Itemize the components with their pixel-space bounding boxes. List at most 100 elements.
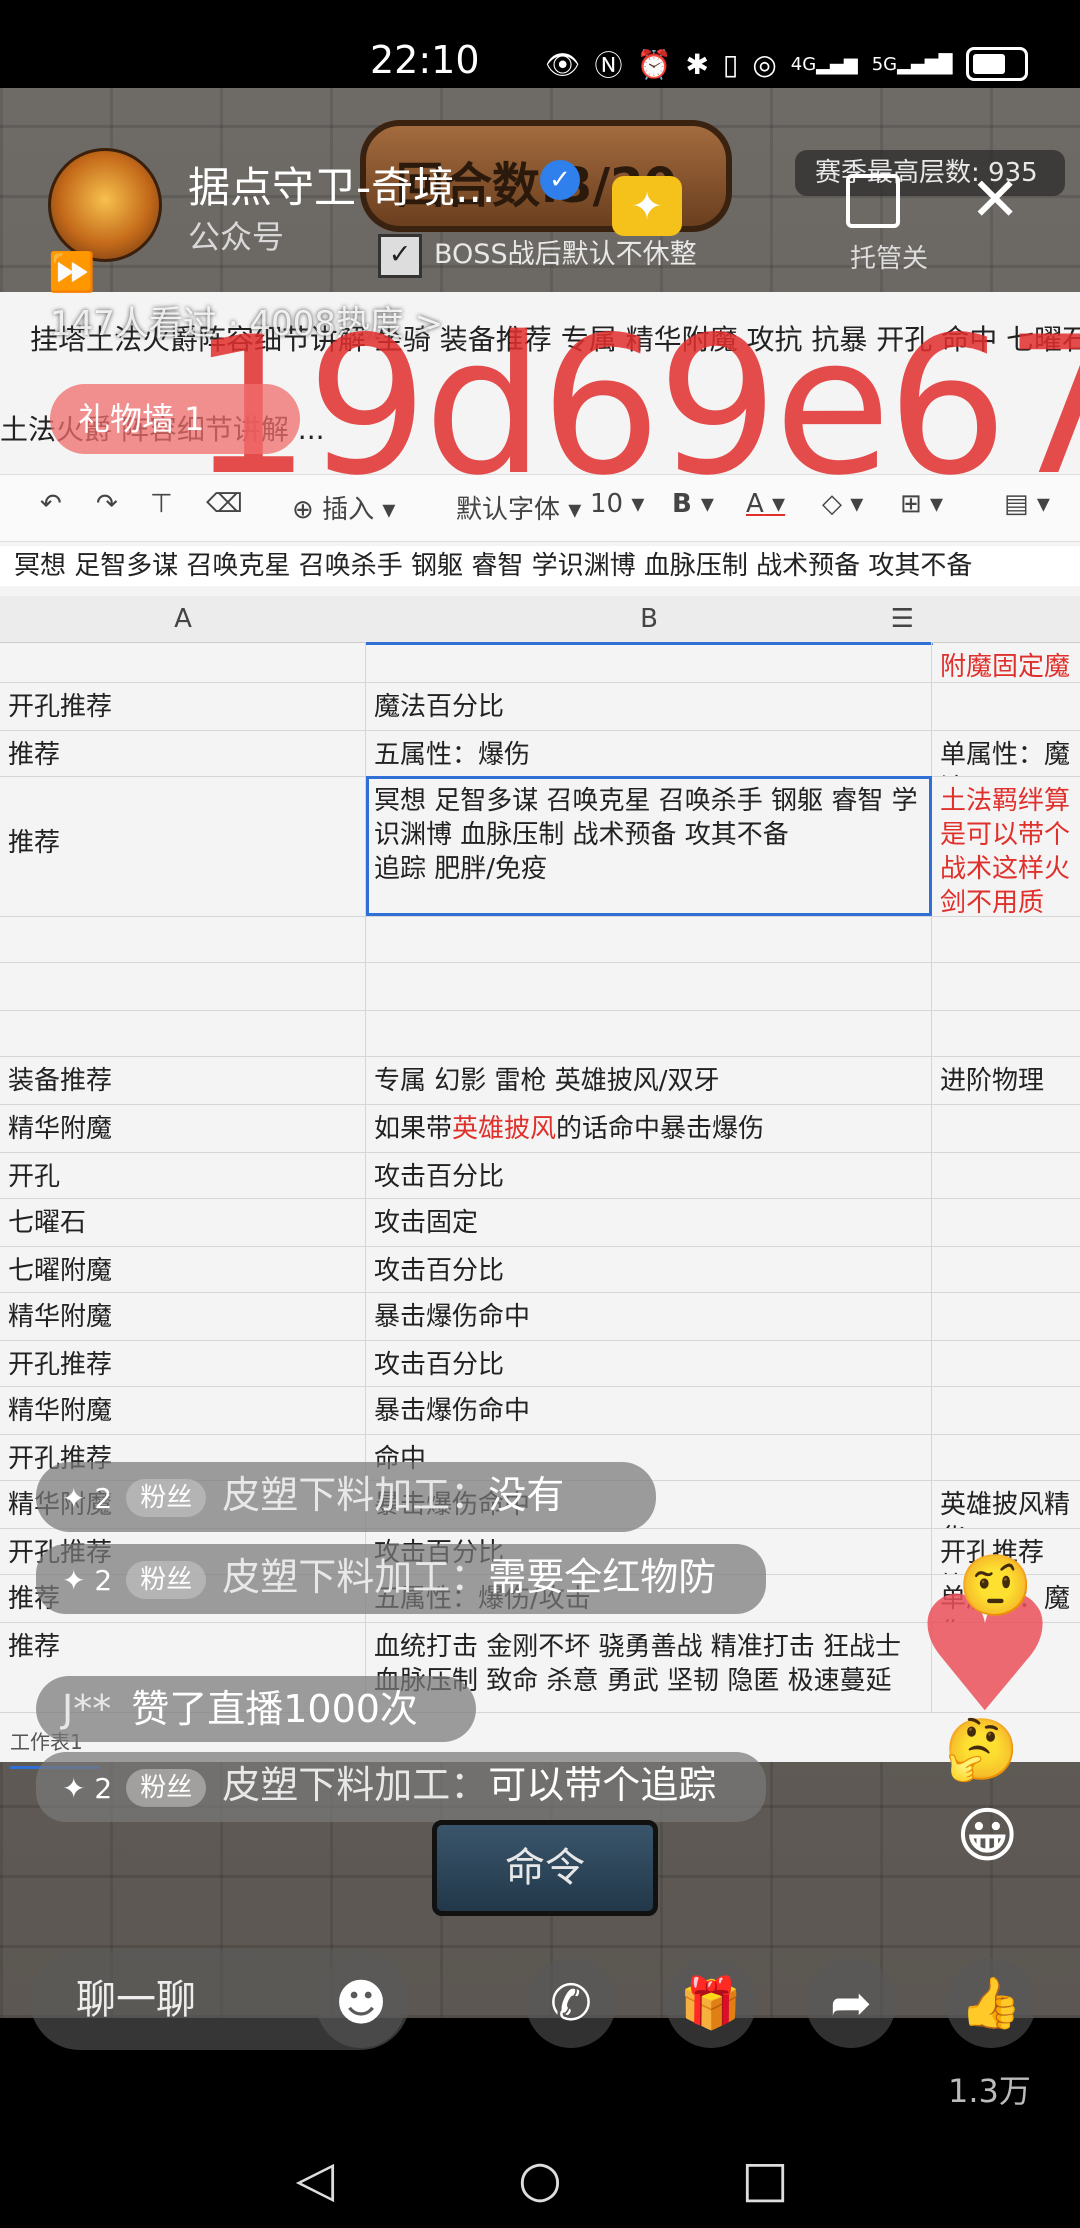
account-type: 公众号 bbox=[188, 218, 285, 256]
cell-a[interactable] bbox=[0, 642, 366, 682]
cell-a[interactable]: 精华附魔 bbox=[0, 1386, 366, 1434]
cell-b[interactable]: 攻击百分比 bbox=[366, 1340, 932, 1386]
cell-c[interactable] bbox=[932, 1010, 1080, 1056]
status-bar: 22:10 👁 Ⓝ ⏰ ✱ ▯ ◎ 4G▂▄▆ 5G▂▄▆█ bbox=[0, 0, 1080, 88]
cell-a[interactable]: 精华附魔 bbox=[0, 1104, 366, 1152]
cell-b[interactable]: 专属 幻影 雷枪 英雄披风/双牙 bbox=[366, 1056, 932, 1104]
cell-b[interactable]: 暴击爆伤命中 bbox=[366, 1386, 932, 1434]
formula-bar[interactable]: 冥想 足智多谋 召唤克星 召唤杀手 钢躯 睿智 学识渊博 血脉压制 战术预备 攻… bbox=[0, 546, 1080, 586]
cell-b[interactable] bbox=[366, 1010, 932, 1056]
cell-c[interactable] bbox=[932, 1292, 1080, 1340]
share-icon[interactable]: ➦ bbox=[806, 1958, 896, 2048]
watermark-text: 19d69e67 bbox=[190, 296, 1080, 517]
cell-a[interactable]: 开孔 bbox=[0, 1152, 366, 1198]
cell-b[interactable]: 攻击百分比 bbox=[366, 1152, 932, 1198]
column-header-b-label: B bbox=[640, 604, 658, 634]
chat-user[interactable]: 皮塑下料加工： bbox=[222, 1763, 488, 1807]
cell-c[interactable] bbox=[932, 1152, 1080, 1198]
cell-c[interactable]: 土法羁绊算是可以带个战术这样火剑不用质 bbox=[932, 776, 1080, 916]
checkbox-icon: ✓ bbox=[378, 233, 422, 278]
table-row: 开孔 攻击百分比 bbox=[0, 1152, 1080, 1199]
cell-a[interactable] bbox=[0, 962, 366, 1010]
cell-c[interactable] bbox=[932, 1198, 1080, 1246]
home-icon[interactable]: ○ bbox=[505, 2144, 575, 2214]
cell-c[interactable] bbox=[932, 1246, 1080, 1292]
cell-b[interactable] bbox=[366, 642, 932, 682]
cell-c[interactable] bbox=[932, 1434, 1080, 1480]
avatar[interactable] bbox=[48, 148, 162, 262]
recents-icon[interactable]: □ bbox=[730, 2144, 800, 2214]
5g-signal-icon: 5G▂▄▆█ bbox=[871, 53, 953, 75]
cell-a[interactable] bbox=[0, 916, 366, 962]
cell-a[interactable]: 七曜石 bbox=[0, 1198, 366, 1246]
table-row bbox=[0, 962, 1080, 1011]
cell-c[interactable] bbox=[932, 1386, 1080, 1434]
cell-a[interactable]: 推荐 bbox=[0, 776, 366, 916]
cell-c[interactable]: 单属性：魔法 bbox=[932, 730, 1080, 776]
chat-user[interactable]: 皮塑下料加工： bbox=[222, 1555, 488, 1599]
cell-c[interactable] bbox=[932, 1340, 1080, 1386]
status-icons: 👁 Ⓝ ⏰ ✱ ▯ ◎ 4G▂▄▆ 5G▂▄▆█ bbox=[545, 44, 1029, 84]
cell-c[interactable]: 附魔固定魔法 bbox=[932, 642, 1080, 682]
gift-wall-button[interactable]: 礼物墙 1 bbox=[50, 384, 300, 454]
cell-a[interactable] bbox=[0, 1010, 366, 1056]
cell-c[interactable] bbox=[932, 682, 1080, 730]
cell-b[interactable] bbox=[366, 916, 932, 962]
chat-user[interactable]: 皮塑下料加工： bbox=[222, 1473, 488, 1517]
chat-message: ✦ 2 粉丝 皮塑下料加工：可以带个追踪 bbox=[36, 1752, 766, 1822]
system-nav-bar: ◁ ○ □ bbox=[0, 2130, 1080, 2228]
cell-b-highlight: 英雄披风 bbox=[452, 1114, 557, 1144]
cell-b-text: 的话命中暴击爆伤 bbox=[556, 1114, 765, 1144]
filter-icon[interactable]: ☰ bbox=[891, 596, 914, 642]
cell-a[interactable]: 推荐 bbox=[0, 730, 366, 776]
call-icon[interactable]: ✆ bbox=[526, 1958, 616, 2048]
like-icon[interactable]: 👍 bbox=[946, 1958, 1036, 2048]
floating-window-icon[interactable] bbox=[846, 174, 900, 228]
undo-icon[interactable]: ↶ bbox=[40, 489, 62, 519]
cell-a[interactable]: 开孔推荐 bbox=[0, 682, 366, 730]
cell-c[interactable] bbox=[932, 1104, 1080, 1152]
cell-b[interactable]: 如果带英雄披风的话命中暴击爆伤 bbox=[366, 1104, 932, 1152]
chat-text: 需要全红物防 bbox=[488, 1555, 717, 1599]
follow-star-button[interactable]: ✦ bbox=[612, 176, 682, 236]
cell-a[interactable]: 装备推荐 bbox=[0, 1056, 366, 1104]
bluetooth-icon: ✱ bbox=[685, 47, 709, 81]
format-painter-icon[interactable]: ⊤ bbox=[150, 489, 173, 519]
column-header-a[interactable]: A bbox=[0, 596, 367, 643]
fast-forward-icon[interactable]: ⏩ bbox=[48, 250, 128, 300]
account-name[interactable]: 据点守卫-奇境... bbox=[188, 154, 495, 215]
cell-b[interactable] bbox=[366, 962, 932, 1010]
chat-user[interactable]: J** bbox=[62, 1687, 111, 1731]
cell-c[interactable] bbox=[932, 916, 1080, 962]
vibrate-icon: ▯ bbox=[722, 47, 739, 81]
fan-badge: 粉丝 bbox=[126, 1478, 207, 1517]
cell-c[interactable]: 英雄披风精华 bbox=[932, 1480, 1080, 1528]
emoji-button-icon[interactable]: ☻ bbox=[316, 1958, 406, 2048]
back-icon[interactable]: ◁ bbox=[280, 2144, 350, 2214]
table-row: 开孔推荐 攻击百分比 bbox=[0, 1340, 1080, 1387]
cell-b[interactable]: 五属性：爆伤 bbox=[366, 730, 932, 776]
cell-b[interactable]: 暴击爆伤命中 bbox=[366, 1292, 932, 1340]
cell-b[interactable]: 魔法百分比 bbox=[366, 682, 932, 730]
cell-b[interactable]: 冥想 足智多谋 召唤克星 召唤杀手 钢躯 睿智 学识渊博 血脉压制 战术预备 攻… bbox=[366, 776, 932, 916]
close-icon[interactable]: ✕ bbox=[970, 170, 1030, 230]
chat-message: ✦ 2 粉丝 皮塑下料加工：没有 bbox=[36, 1462, 656, 1532]
column-header-c[interactable] bbox=[932, 596, 1080, 643]
emoji-icon: 🤨 bbox=[958, 1551, 1033, 1621]
cell-a[interactable]: 开孔推荐 bbox=[0, 1340, 366, 1386]
cell-c[interactable]: 进阶物理 bbox=[932, 1056, 1080, 1104]
column-header-b[interactable]: B ☰ bbox=[366, 596, 933, 645]
verified-icon: ✓ bbox=[540, 160, 580, 200]
cell-a[interactable]: 精华附魔 bbox=[0, 1292, 366, 1340]
cell-c[interactable] bbox=[932, 962, 1080, 1010]
like-count: 1.3万 bbox=[948, 2072, 1031, 2110]
emoji-icon: 😀 bbox=[956, 1801, 1019, 1871]
cell-b[interactable]: 攻击固定 bbox=[366, 1198, 932, 1246]
chat-message: ✦ 2 粉丝 皮塑下料加工：需要全红物防 bbox=[36, 1544, 766, 1614]
table-row: 七曜石 攻击固定 bbox=[0, 1198, 1080, 1247]
gift-icon[interactable]: 🎁 bbox=[666, 1958, 756, 2048]
cell-a[interactable]: 七曜附魔 bbox=[0, 1246, 366, 1292]
command-button[interactable]: 命令 bbox=[432, 1820, 658, 1916]
redo-icon[interactable]: ↷ bbox=[96, 489, 118, 519]
cell-b[interactable]: 攻击百分比 bbox=[366, 1246, 932, 1292]
